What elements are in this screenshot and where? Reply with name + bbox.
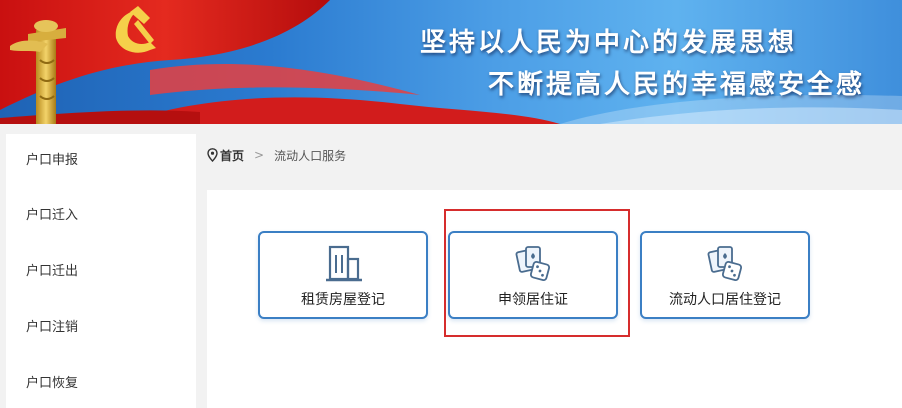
cards-dice-icon: [707, 246, 743, 282]
service-card-floating-population-registration[interactable]: 流动人口居住登记: [640, 231, 810, 319]
banner-slogan-line1: 坚持以人民为中心的发展思想: [420, 28, 798, 58]
breadcrumb-current: 流动人口服务: [274, 148, 347, 163]
cards-dice-icon: [515, 246, 551, 282]
service-panel: 租赁房屋登记 申领居住证 流动人口居住登记: [207, 190, 902, 408]
building-icon: [326, 245, 362, 282]
service-card-rental-registration[interactable]: 租赁房屋登记: [258, 231, 428, 319]
sidebar-item-hukou-move-out[interactable]: 户口迁出: [6, 244, 196, 300]
breadcrumb-home-link[interactable]: 首页: [220, 147, 244, 164]
banner-background: [0, 0, 902, 124]
banner-slogan-line2: 不断提高人民的幸福感安全感: [488, 70, 866, 100]
service-card-label: 流动人口居住登记: [669, 292, 781, 308]
sidebar-item-hukou-move-in[interactable]: 户口迁入: [6, 188, 196, 244]
sidebar-item-hukou-restore[interactable]: 户口恢复: [6, 356, 196, 408]
service-card-label: 申领居住证: [498, 292, 568, 308]
service-card-label: 租赁房屋登记: [301, 292, 385, 308]
breadcrumb-separator: >: [254, 148, 265, 162]
sidebar-nav: 户口申报 户口迁入 户口迁出 户口注销 户口恢复: [6, 134, 196, 408]
sidebar-item-hukou-cancel[interactable]: 户口注销: [6, 300, 196, 356]
sidebar-item-hukou-report[interactable]: 户口申报: [6, 134, 196, 188]
service-card-residence-permit[interactable]: 申领居住证: [448, 231, 618, 319]
location-pin-icon: [207, 148, 218, 162]
breadcrumb: 首页 > 流动人口服务: [207, 146, 346, 164]
header-banner: 坚持以人民为中心的发展思想 不断提高人民的幸福感安全感: [0, 0, 902, 124]
